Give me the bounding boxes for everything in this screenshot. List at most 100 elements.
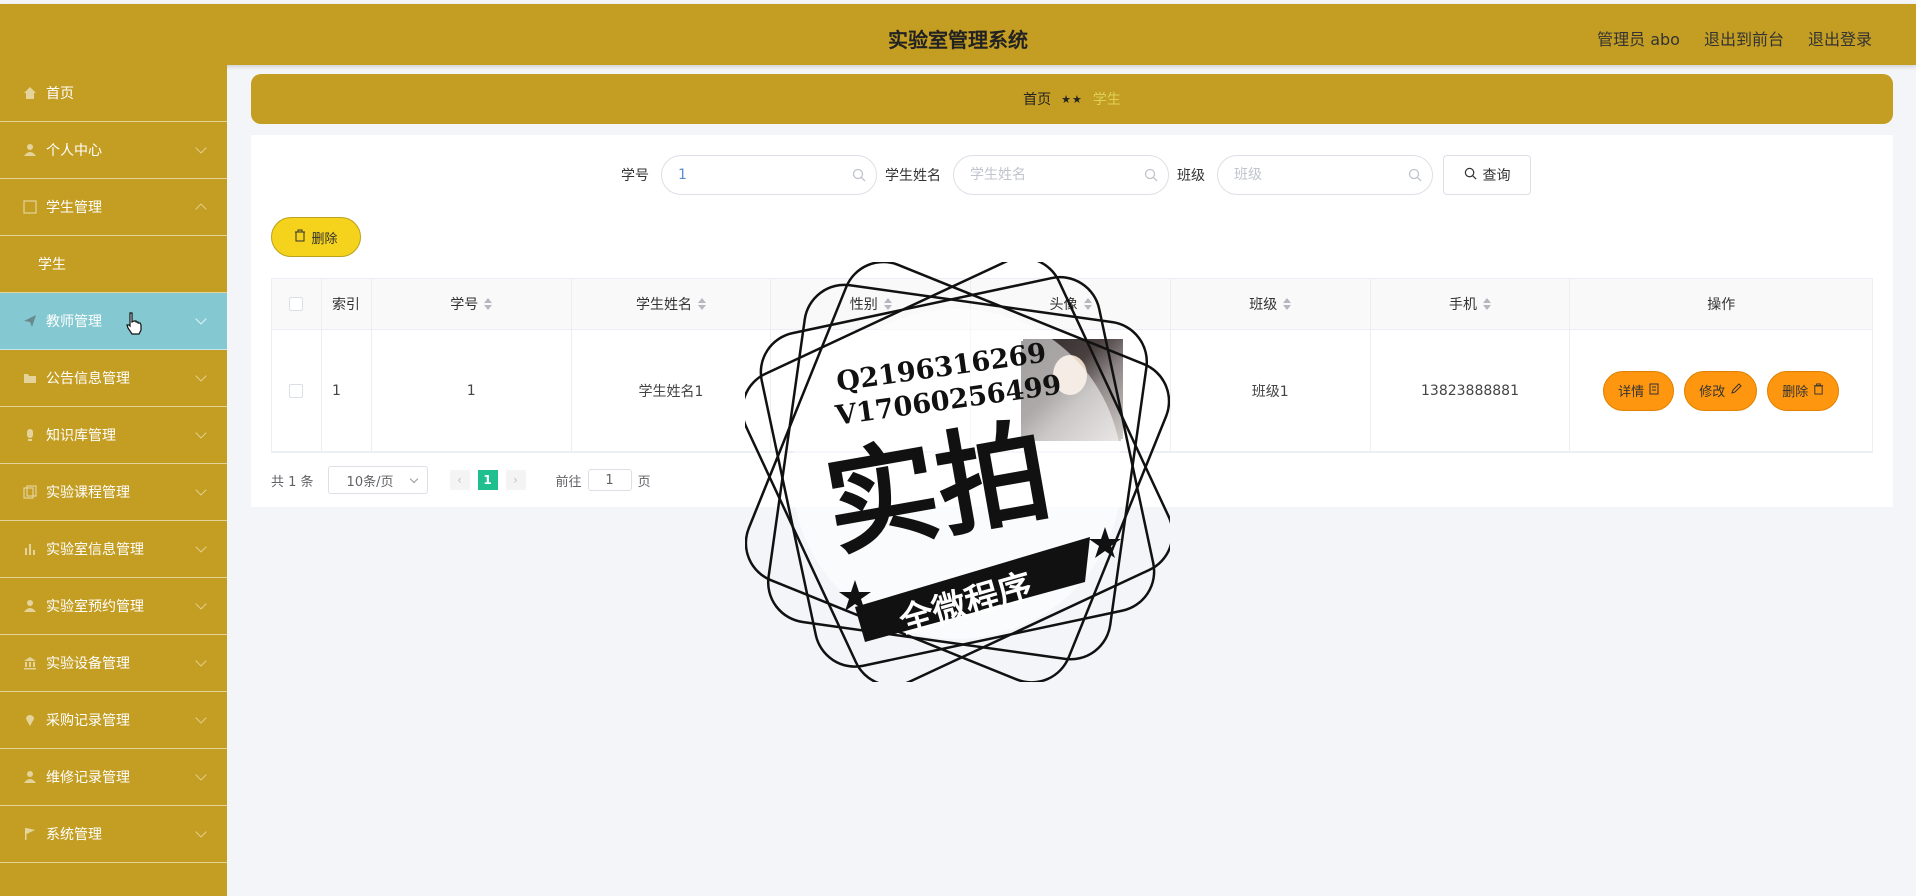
- delete-label: 删除: [1782, 385, 1809, 400]
- sidebar-item-equipment-mgmt[interactable]: 实验设备管理: [0, 635, 227, 692]
- sidebar-item-label: 维修记录管理: [46, 770, 130, 786]
- prev-page-button[interactable]: ‹: [449, 470, 470, 490]
- sidebar-item-lab-info-mgmt[interactable]: 实验室信息管理: [0, 521, 227, 578]
- chevron-up-icon: [195, 203, 207, 215]
- sidebar: 首页 个人中心 学生管理 学生 教师管理 公告信息管理 知识库管理 实验课程管理…: [0, 65, 227, 896]
- query-button-label: 查询: [1482, 168, 1511, 184]
- admin-label[interactable]: 管理员 abo: [1597, 26, 1680, 50]
- sidebar-item-label: 首页: [46, 86, 74, 102]
- chevron-down-icon: [195, 769, 207, 781]
- exit-front-link[interactable]: 退出到前台: [1704, 26, 1784, 50]
- sidebar-item-label: 知识库管理: [46, 428, 116, 444]
- column-header-gender[interactable]: 性别: [771, 279, 972, 329]
- edit-label: 修改: [1699, 385, 1726, 400]
- student-no-input[interactable]: [662, 156, 876, 194]
- row-select-cell: [272, 330, 322, 451]
- page-size-select[interactable]: 10条/页: [327, 466, 428, 494]
- column-header-class[interactable]: 班级: [1171, 279, 1371, 329]
- hand-cursor-icon: [126, 312, 142, 335]
- sidebar-item-home[interactable]: 首页: [0, 65, 227, 122]
- table-header-row: 索引 学号 学生姓名 性别 头像 班级 手机 操作: [272, 279, 1872, 330]
- chevron-down-icon: [195, 370, 207, 382]
- home-icon: [22, 85, 38, 101]
- goto-page-input[interactable]: [587, 469, 632, 491]
- sidebar-item-label: 系统管理: [46, 827, 102, 843]
- select-all-checkbox[interactable]: [289, 297, 304, 311]
- cell-student-no: 1: [372, 330, 572, 451]
- cell-ops: 详情 修改 删除: [1570, 330, 1872, 451]
- top-header: 实验室管理系统 管理员 abo 退出到前台 退出登录: [0, 4, 1916, 65]
- sidebar-item-teacher-mgmt[interactable]: 教师管理: [0, 293, 227, 350]
- cell-gender: [771, 330, 972, 451]
- row-checkbox[interactable]: [289, 383, 304, 398]
- send-icon: [22, 313, 38, 329]
- trash-icon: [294, 229, 306, 246]
- trash-icon: [1813, 383, 1824, 399]
- student-name-label: 学生姓名: [885, 168, 941, 184]
- sidebar-item-notice-mgmt[interactable]: 公告信息管理: [0, 350, 227, 407]
- sidebar-item-label: 实验课程管理: [46, 485, 130, 501]
- bank-icon: [22, 655, 38, 671]
- chevron-down-icon: [195, 598, 207, 610]
- column-header-avatar[interactable]: 头像: [971, 279, 1171, 329]
- sidebar-item-label: 采购记录管理: [46, 713, 130, 729]
- column-header-label: 班级: [1249, 297, 1278, 313]
- sidebar-item-label: 公告信息管理: [46, 371, 130, 387]
- sidebar-item-system-mgmt[interactable]: 系统管理: [0, 806, 227, 863]
- delete-button[interactable]: 删除: [1767, 370, 1840, 411]
- sidebar-item-label: 教师管理: [46, 314, 102, 330]
- sidebar-item-knowledge-mgmt[interactable]: 知识库管理: [0, 407, 227, 464]
- sort-icon[interactable]: [1483, 298, 1492, 310]
- goto-label: 前往: [555, 474, 582, 490]
- search-icon: [1464, 167, 1477, 184]
- class-label: 班级: [1177, 168, 1205, 184]
- search-icon: [852, 168, 866, 186]
- column-header-label: 性别: [849, 297, 878, 313]
- sort-icon[interactable]: [1283, 298, 1292, 310]
- sidebar-item-label: 实验室信息管理: [46, 542, 144, 558]
- class-field: [1217, 155, 1433, 195]
- sort-icon[interactable]: [698, 298, 707, 310]
- sidebar-item-purchase-mgmt[interactable]: 采购记录管理: [0, 692, 227, 749]
- chevron-down-icon: [409, 474, 418, 484]
- chevron-down-icon: [195, 655, 207, 667]
- student-name-input[interactable]: [954, 156, 1168, 194]
- sort-icon[interactable]: [484, 298, 493, 310]
- chevron-down-icon: [195, 427, 207, 439]
- batch-delete-button[interactable]: 删除: [271, 217, 361, 257]
- query-button[interactable]: 查询: [1443, 155, 1531, 195]
- document-icon: [1649, 383, 1659, 399]
- breadcrumb-home[interactable]: 首页: [1023, 89, 1051, 109]
- location-icon: [22, 712, 38, 728]
- sidebar-subitem-student[interactable]: 学生: [0, 236, 227, 293]
- chart-icon: [22, 541, 38, 557]
- breadcrumb-current: 学生: [1092, 92, 1121, 108]
- student-no-label: 学号: [621, 168, 649, 184]
- edit-icon: [1730, 382, 1742, 399]
- page-number-current[interactable]: 1: [477, 470, 498, 490]
- detail-button[interactable]: 详情: [1603, 370, 1675, 411]
- column-header-phone[interactable]: 手机: [1371, 279, 1571, 329]
- column-header-ops: 操作: [1707, 297, 1736, 313]
- sidebar-item-course-mgmt[interactable]: 实验课程管理: [0, 464, 227, 521]
- sidebar-item-personal-center[interactable]: 个人中心: [0, 122, 227, 179]
- student-no-field: [661, 155, 877, 195]
- sort-icon[interactable]: [883, 298, 892, 310]
- edit-button[interactable]: 修改: [1684, 370, 1758, 411]
- column-header-student-name[interactable]: 学生姓名: [572, 279, 772, 329]
- column-header-student-no[interactable]: 学号: [372, 279, 572, 329]
- sidebar-item-lab-booking-mgmt[interactable]: 实验室预约管理: [0, 578, 227, 635]
- sort-icon[interactable]: [1083, 298, 1092, 310]
- column-header-label: 头像: [1049, 297, 1078, 313]
- student-name-field: [953, 155, 1169, 195]
- chevron-down-icon: [195, 826, 207, 838]
- sidebar-item-repair-mgmt[interactable]: 维修记录管理: [0, 749, 227, 806]
- sidebar-item-student-mgmt[interactable]: 学生管理: [0, 179, 227, 236]
- grid-icon: [22, 199, 38, 215]
- logout-link[interactable]: 退出登录: [1808, 26, 1872, 50]
- copy-icon: [22, 484, 38, 500]
- sidebar-item-label: 学生: [38, 257, 66, 273]
- next-page-button[interactable]: ›: [505, 470, 526, 490]
- class-input[interactable]: [1218, 156, 1432, 194]
- column-header-label: 手机: [1449, 297, 1478, 313]
